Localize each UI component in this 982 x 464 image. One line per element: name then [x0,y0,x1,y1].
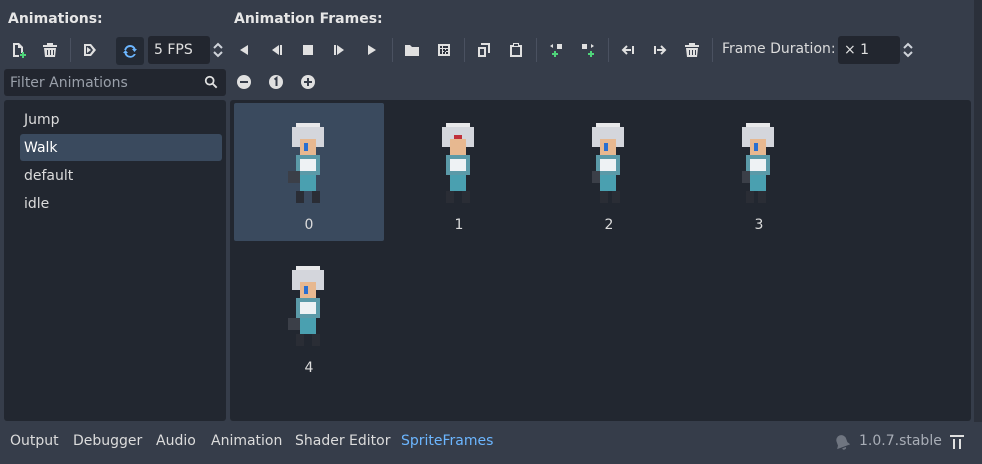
animation-item-jump[interactable]: Jump [20,106,222,133]
move-frame-left-button[interactable] [616,38,640,62]
frame-index-label: 3 [754,217,764,233]
autoplay-on-load-button[interactable] [78,38,102,62]
insert-after-icon [582,44,594,57]
add-animation-button[interactable] [6,38,30,62]
tab-animation[interactable]: Animation [211,433,282,449]
play-from-start-button[interactable] [328,38,352,62]
bottom-panel-bar: Output Debugger Audio Animation Shader E… [0,422,982,464]
animation-item-idle[interactable]: idle [20,190,222,217]
stop-button[interactable] [296,38,320,62]
insert-frame-after-button[interactable] [576,38,600,62]
paste-icon [510,43,522,57]
frame-duration-value: × 1 [844,42,870,58]
copy-frame-button[interactable] [472,38,496,62]
sprite-thumbnail-icon [288,123,324,203]
tab-shader-editor[interactable]: Shader Editor [295,433,390,449]
insert-before-icon [550,44,562,57]
separator [536,38,537,62]
sprite-thumbnail-icon [288,266,324,346]
animation-item-label: default [24,167,74,184]
animation-item-label: Jump [24,111,60,128]
animation-item-label: idle [24,195,50,212]
tab-output[interactable]: Output [10,433,59,449]
animation-item-label: Walk [24,139,58,156]
folder-icon [405,45,419,56]
notification-bell-icon[interactable] [834,434,850,450]
delete-frame-button[interactable] [680,38,704,62]
zoom-reset-button[interactable] [264,70,288,94]
separator [70,38,71,62]
trash-icon [685,43,699,57]
grid-icon [438,44,450,56]
fps-value: 5 FPS [154,42,193,58]
frames-grid: 0 1 2 3 4 [230,100,971,421]
separator [712,38,713,62]
delete-animation-button[interactable] [38,38,62,62]
frame-index-label: 0 [304,217,314,233]
paste-frame-button[interactable] [504,38,528,62]
right-edge [974,0,982,422]
zoom-out-icon [237,75,251,89]
zoom-in-icon [301,75,315,89]
frame-item-4[interactable]: 4 [234,246,384,384]
insert-frame-before-button[interactable] [544,38,568,62]
frame-item-0[interactable]: 0 [234,103,384,241]
play-button[interactable] [360,38,384,62]
filter-animations-input[interactable] [4,73,202,92]
frame-item-3[interactable]: 3 [684,103,834,241]
tab-debugger[interactable]: Debugger [73,433,142,449]
filter-animations-field[interactable] [4,69,226,96]
frame-index-label: 2 [604,217,614,233]
frame-index-label: 1 [454,217,464,233]
separator [608,38,609,62]
sprite-thumbnail-icon [592,123,624,203]
fps-input[interactable]: 5 FPS [148,36,210,64]
frame-item-1[interactable]: 1 [384,103,534,241]
version-label: 1.0.7.stable [859,433,942,449]
frame-duration-input[interactable]: × 1 [838,36,900,64]
add-frames-from-sheet-button[interactable] [432,38,456,62]
move-frame-right-button[interactable] [648,38,672,62]
frame-index-label: 4 [304,360,314,376]
fps-stepper-icon[interactable] [211,40,225,60]
tab-audio[interactable]: Audio [156,433,196,449]
trash-icon [43,43,57,57]
frame-item-2[interactable]: 2 [534,103,684,241]
search-icon [204,75,218,89]
play-backwards-from-start-button[interactable] [264,38,288,62]
sprite-thumbnail-icon [442,123,474,203]
frame-duration-label: Frame Duration: [722,41,836,57]
loop-toggle-button[interactable] [116,37,144,65]
move-right-icon [654,45,667,55]
separator [464,38,465,62]
stop-icon [303,45,313,55]
zoom-reset-icon [269,75,283,89]
separator [392,38,393,62]
frame-duration-stepper-icon[interactable] [901,40,915,60]
new-file-icon [13,43,26,58]
play-start-icon [334,45,344,55]
zoom-out-button[interactable] [232,70,256,94]
tab-spriteframes[interactable]: SpriteFrames [401,433,493,449]
move-left-icon [621,45,634,55]
zoom-in-button[interactable] [296,70,320,94]
animation-list: Jump Walk default idle [4,100,226,421]
play-backwards-start-icon [272,45,282,55]
sprite-thumbnail-icon [742,123,774,203]
animations-header: Animations: [8,11,103,27]
loop-icon [123,45,137,58]
play-backwards-icon [240,45,248,55]
play-backwards-button[interactable] [232,38,256,62]
add-frame-from-file-button[interactable] [400,38,424,62]
copy-icon [478,43,490,57]
animation-item-walk[interactable]: Walk [20,134,222,161]
expand-panel-icon[interactable] [949,434,965,450]
animation-frames-header: Animation Frames: [234,11,383,27]
autoplay-icon [84,44,96,56]
animation-item-default[interactable]: default [20,162,222,189]
play-icon [368,45,376,55]
